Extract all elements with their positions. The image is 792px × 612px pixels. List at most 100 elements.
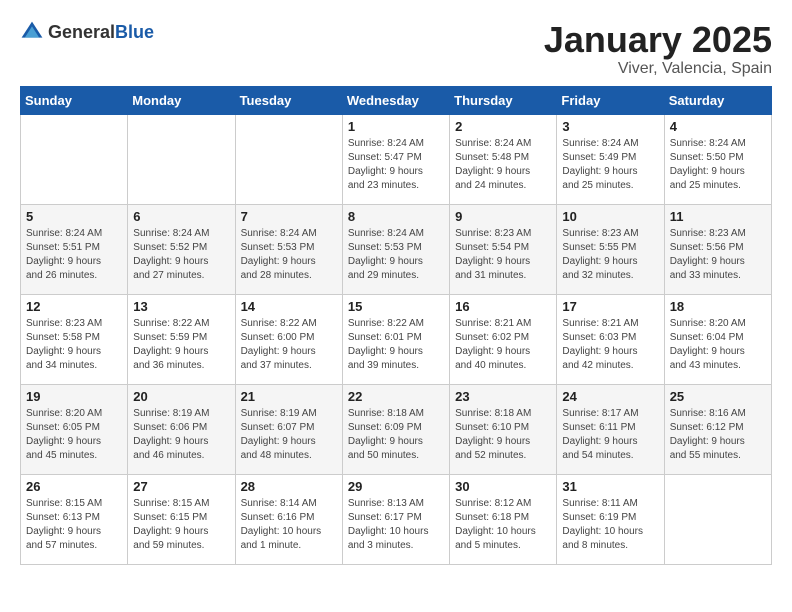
day-info-4-3: Sunrise: 8:13 AMSunset: 6:17 PMDaylight:…	[348, 497, 444, 553]
day-number-1-5: 10	[562, 209, 658, 224]
day-info-4-1: Sunrise: 8:15 AMSunset: 6:15 PMDaylight:…	[133, 497, 229, 553]
day-number-0-5: 3	[562, 119, 658, 134]
day-cell-4-0: 26 Sunrise: 8:15 AMSunset: 6:13 PMDayligh…	[21, 474, 128, 564]
header-sunday: Sunday	[21, 86, 128, 114]
logo: General Blue	[20, 20, 154, 44]
day-number-0-4: 2	[455, 119, 551, 134]
day-number-4-4: 30	[455, 479, 551, 494]
day-info-1-1: Sunrise: 8:24 AMSunset: 5:52 PMDaylight:…	[133, 227, 229, 283]
logo-blue: Blue	[115, 22, 154, 43]
day-cell-4-1: 27Sunrise: 8:15 AMSunset: 6:15 PMDayligh…	[128, 474, 235, 564]
day-number-1-1: 6	[133, 209, 229, 224]
day-info-2-0: Sunrise: 8:23 AMSunset: 5:58 PMDaylight:…	[26, 317, 122, 373]
day-cell-3-3: 22 Sunrise: 8:18 AMSunset: 6:09 PMDayligh…	[342, 384, 449, 474]
week-row-1: 5 Sunrise: 8:24 AMSunset: 5:51 PMDaylight…	[21, 204, 772, 294]
day-number-2-5: 17	[562, 299, 658, 314]
day-info-2-1: Sunrise: 8:22 AMSunset: 5:59 PMDaylight:…	[133, 317, 229, 373]
day-cell-1-2: 7 Sunrise: 8:24 AMSunset: 5:53 PMDaylight…	[235, 204, 342, 294]
logo-general: General	[48, 22, 115, 43]
day-info-4-4: Sunrise: 8:12 AMSunset: 6:18 PMDaylight:…	[455, 497, 551, 553]
header-tuesday: Tuesday	[235, 86, 342, 114]
day-number-4-5: 31	[562, 479, 658, 494]
day-info-1-0: Sunrise: 8:24 AMSunset: 5:51 PMDaylight:…	[26, 227, 122, 283]
calendar-table: Sunday Monday Tuesday Wednesday Thursday…	[20, 86, 772, 565]
month-title: January 2025	[544, 20, 772, 60]
day-cell-3-1: 20Sunrise: 8:19 AMSunset: 6:06 PMDayligh…	[128, 384, 235, 474]
day-cell-2-6: 18Sunrise: 8:20 AMSunset: 6:04 PMDayligh…	[664, 294, 771, 384]
day-number-1-3: 8	[348, 209, 444, 224]
header: General Blue January 2025 Viver, Valenci…	[20, 20, 772, 78]
weekday-header-row: Sunday Monday Tuesday Wednesday Thursday…	[21, 86, 772, 114]
day-number-3-1: 20	[133, 389, 229, 404]
day-number-2-4: 16	[455, 299, 551, 314]
day-number-0-3: 1	[348, 119, 444, 134]
day-number-3-2: 21	[241, 389, 337, 404]
day-info-3-2: Sunrise: 8:19 AMSunset: 6:07 PMDaylight:…	[241, 407, 337, 463]
header-saturday: Saturday	[664, 86, 771, 114]
day-cell-1-3: 8 Sunrise: 8:24 AMSunset: 5:53 PMDaylight…	[342, 204, 449, 294]
day-cell-3-5: 24 Sunrise: 8:17 AMSunset: 6:11 PMDayligh…	[557, 384, 664, 474]
day-cell-3-4: 23 Sunrise: 8:18 AMSunset: 6:10 PMDayligh…	[450, 384, 557, 474]
day-cell-1-6: 11 Sunrise: 8:23 AMSunset: 5:56 PMDayligh…	[664, 204, 771, 294]
day-info-1-2: Sunrise: 8:24 AMSunset: 5:53 PMDaylight:…	[241, 227, 337, 283]
week-row-3: 19Sunrise: 8:20 AMSunset: 6:05 PMDayligh…	[21, 384, 772, 474]
day-cell-3-6: 25 Sunrise: 8:16 AMSunset: 6:12 PMDayligh…	[664, 384, 771, 474]
week-row-0: 1Sunrise: 8:24 AMSunset: 5:47 PMDaylight…	[21, 114, 772, 204]
day-number-3-3: 22	[348, 389, 444, 404]
day-info-1-6: Sunrise: 8:23 AMSunset: 5:56 PMDaylight:…	[670, 227, 766, 283]
day-info-4-5: Sunrise: 8:11 AMSunset: 6:19 PMDaylight:…	[562, 497, 658, 553]
day-number-2-2: 14	[241, 299, 337, 314]
day-cell-0-6: 4 Sunrise: 8:24 AMSunset: 5:50 PMDaylight…	[664, 114, 771, 204]
header-thursday: Thursday	[450, 86, 557, 114]
day-info-3-4: Sunrise: 8:18 AMSunset: 6:10 PMDaylight:…	[455, 407, 551, 463]
day-number-3-5: 24	[562, 389, 658, 404]
day-number-3-0: 19	[26, 389, 122, 404]
day-cell-0-3: 1Sunrise: 8:24 AMSunset: 5:47 PMDaylight…	[342, 114, 449, 204]
day-number-3-6: 25	[670, 389, 766, 404]
day-info-0-6: Sunrise: 8:24 AMSunset: 5:50 PMDaylight:…	[670, 137, 766, 193]
day-number-1-2: 7	[241, 209, 337, 224]
location-subtitle: Viver, Valencia, Spain	[544, 60, 772, 78]
day-number-1-4: 9	[455, 209, 551, 224]
day-info-1-3: Sunrise: 8:24 AMSunset: 5:53 PMDaylight:…	[348, 227, 444, 283]
day-info-4-2: Sunrise: 8:14 AMSunset: 6:16 PMDaylight:…	[241, 497, 337, 553]
day-cell-1-1: 6 Sunrise: 8:24 AMSunset: 5:52 PMDaylight…	[128, 204, 235, 294]
week-row-4: 26 Sunrise: 8:15 AMSunset: 6:13 PMDayligh…	[21, 474, 772, 564]
day-number-2-0: 12	[26, 299, 122, 314]
day-number-3-4: 23	[455, 389, 551, 404]
day-cell-4-4: 30 Sunrise: 8:12 AMSunset: 6:18 PMDayligh…	[450, 474, 557, 564]
day-number-1-0: 5	[26, 209, 122, 224]
day-info-2-4: Sunrise: 8:21 AMSunset: 6:02 PMDaylight:…	[455, 317, 551, 373]
day-number-4-2: 28	[241, 479, 337, 494]
day-cell-4-5: 31 Sunrise: 8:11 AMSunset: 6:19 PMDayligh…	[557, 474, 664, 564]
day-number-0-6: 4	[670, 119, 766, 134]
header-monday: Monday	[128, 86, 235, 114]
day-cell-0-4: 2Sunrise: 8:24 AMSunset: 5:48 PMDaylight…	[450, 114, 557, 204]
header-friday: Friday	[557, 86, 664, 114]
day-number-2-3: 15	[348, 299, 444, 314]
header-wednesday: Wednesday	[342, 86, 449, 114]
day-cell-4-3: 29 Sunrise: 8:13 AMSunset: 6:17 PMDayligh…	[342, 474, 449, 564]
day-number-4-0: 26	[26, 479, 122, 494]
day-cell-3-2: 21 Sunrise: 8:19 AMSunset: 6:07 PMDayligh…	[235, 384, 342, 474]
day-number-2-1: 13	[133, 299, 229, 314]
day-cell-2-4: 16 Sunrise: 8:21 AMSunset: 6:02 PMDayligh…	[450, 294, 557, 384]
day-cell-0-2	[235, 114, 342, 204]
day-info-2-5: Sunrise: 8:21 AMSunset: 6:03 PMDaylight:…	[562, 317, 658, 373]
day-cell-1-4: 9Sunrise: 8:23 AMSunset: 5:54 PMDaylight…	[450, 204, 557, 294]
day-info-0-5: Sunrise: 8:24 AMSunset: 5:49 PMDaylight:…	[562, 137, 658, 193]
day-info-3-6: Sunrise: 8:16 AMSunset: 6:12 PMDaylight:…	[670, 407, 766, 463]
day-number-1-6: 11	[670, 209, 766, 224]
day-info-3-5: Sunrise: 8:17 AMSunset: 6:11 PMDaylight:…	[562, 407, 658, 463]
logo-icon	[20, 20, 44, 44]
day-info-3-3: Sunrise: 8:18 AMSunset: 6:09 PMDaylight:…	[348, 407, 444, 463]
day-cell-4-6	[664, 474, 771, 564]
day-number-4-3: 29	[348, 479, 444, 494]
day-info-4-0: Sunrise: 8:15 AMSunset: 6:13 PMDaylight:…	[26, 497, 122, 553]
day-cell-0-5: 3 Sunrise: 8:24 AMSunset: 5:49 PMDaylight…	[557, 114, 664, 204]
day-cell-1-5: 10 Sunrise: 8:23 AMSunset: 5:55 PMDayligh…	[557, 204, 664, 294]
day-info-1-5: Sunrise: 8:23 AMSunset: 5:55 PMDaylight:…	[562, 227, 658, 283]
week-row-2: 12 Sunrise: 8:23 AMSunset: 5:58 PMDayligh…	[21, 294, 772, 384]
day-cell-2-3: 15Sunrise: 8:22 AMSunset: 6:01 PMDayligh…	[342, 294, 449, 384]
page: General Blue January 2025 Viver, Valenci…	[0, 0, 792, 585]
